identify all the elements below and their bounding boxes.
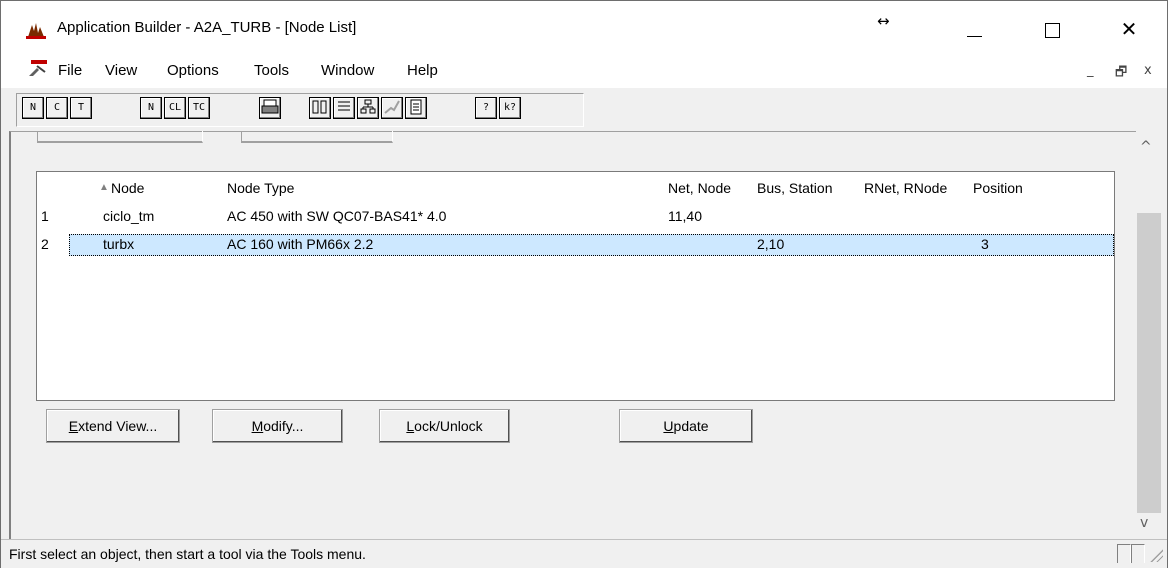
controller-list-button[interactable]: C	[46, 97, 68, 119]
mdi-restore-button[interactable]: 🗗	[1115, 63, 1127, 85]
cell-node-type[interactable]: AC 160 with PM66x 2.2	[227, 236, 373, 252]
help-icon[interactable]: ?	[475, 97, 497, 119]
column-header-node[interactable]: Node	[111, 180, 144, 196]
close-icon: ✕	[1120, 17, 1138, 41]
cell-node-type[interactable]: AC 450 with SW QC07-BAS41* 4.0	[227, 208, 446, 224]
cell-node[interactable]: turbx	[103, 236, 134, 252]
modify-label: odify...	[263, 418, 304, 434]
document-icon[interactable]	[405, 97, 427, 119]
new-controller-button[interactable]: CL	[164, 97, 186, 119]
status-bar: First select an object, then start a too…	[1, 539, 1167, 568]
extend-view-button[interactable]: Extend View...	[46, 409, 180, 443]
extend-view-label: xtend View...	[78, 418, 158, 434]
menu-view[interactable]: View	[105, 62, 137, 79]
extend-view-mnemonic: E	[68, 418, 79, 434]
column-header-net-node[interactable]: Net, Node	[668, 180, 731, 196]
toolbar: N C T N CL TC ? k?	[1, 87, 1167, 132]
tree-view-icon[interactable]	[357, 97, 379, 119]
document-window-icon[interactable]	[27, 58, 49, 78]
vertical-scrollbar[interactable]: ^ v	[1136, 131, 1162, 539]
task-list-button[interactable]: T	[70, 97, 92, 119]
lock-unlock-mnemonic: L	[406, 418, 415, 434]
cell-net-node[interactable]: 11,40	[668, 208, 702, 224]
column-header-bus-station[interactable]: Bus, Station	[757, 180, 833, 196]
menu-options[interactable]: Options	[167, 62, 219, 79]
sort-ascending-icon: ▲	[99, 182, 109, 193]
status-text: First select an object, then start a too…	[9, 546, 366, 562]
list-view-icon[interactable]	[333, 97, 355, 119]
maximize-button[interactable]	[1031, 9, 1077, 53]
row-index: 2	[41, 236, 49, 252]
new-task-button[interactable]: TC	[188, 97, 210, 119]
status-panel	[1117, 544, 1131, 563]
node-list-button[interactable]: N	[22, 97, 44, 119]
chart-icon[interactable]	[381, 97, 403, 119]
node-list[interactable]: ▲ Node Node Type Net, Node Bus, Station …	[36, 171, 1115, 401]
new-node-button[interactable]: N	[140, 97, 162, 119]
update-label: pdate	[673, 418, 709, 434]
application-window: Application Builder - A2A_TURB - [Node L…	[0, 0, 1168, 568]
clipped-control	[241, 131, 393, 143]
menu-tools[interactable]: Tools	[254, 62, 289, 79]
mdi-close-button[interactable]: x	[1144, 63, 1152, 78]
resize-arrow-icon: ↔	[877, 12, 890, 30]
column-header-position[interactable]: Position	[973, 180, 1023, 196]
app-icon[interactable]	[26, 21, 46, 39]
lock-unlock-button[interactable]: Lock/Unlock	[379, 409, 510, 443]
title-bar[interactable]: Application Builder - A2A_TURB - [Node L…	[1, 1, 1167, 53]
close-button[interactable]: ✕	[1106, 9, 1152, 53]
print-icon[interactable]	[259, 97, 281, 119]
selected-row-highlight[interactable]	[69, 234, 1114, 256]
modify-button[interactable]: Modify...	[212, 409, 343, 443]
cell-node[interactable]: ciclo_tm	[103, 208, 154, 224]
update-button[interactable]: Update	[619, 409, 753, 443]
window-title: Application Builder - A2A_TURB - [Node L…	[57, 19, 357, 36]
clipped-control	[37, 131, 203, 143]
cell-bus-station[interactable]: 2,10	[757, 236, 784, 252]
menu-window[interactable]: Window	[321, 62, 374, 79]
update-mnemonic: U	[663, 418, 674, 434]
system-config-icon[interactable]	[309, 97, 331, 119]
scrollbar-thumb[interactable]	[1137, 213, 1161, 513]
minimize-button[interactable]	[951, 9, 997, 53]
scroll-down-icon[interactable]: v	[1140, 515, 1148, 531]
mdi-minimize-button[interactable]: _	[1087, 63, 1094, 78]
menu-file[interactable]: File	[58, 62, 82, 79]
status-panel	[1131, 544, 1145, 563]
menu-help[interactable]: Help	[407, 62, 438, 79]
resize-grip-icon[interactable]	[1149, 548, 1163, 562]
modify-mnemonic: M	[251, 418, 264, 434]
column-header-rnet-rnode[interactable]: RNet, RNode	[864, 180, 947, 196]
column-header-node-type[interactable]: Node Type	[227, 180, 294, 196]
row-index: 1	[41, 208, 49, 224]
lock-unlock-label: ock/Unlock	[414, 418, 483, 434]
menu-bar: File View Options Tools Window Help _ 🗗 …	[1, 53, 1167, 87]
scroll-up-icon[interactable]: ^	[1140, 139, 1152, 155]
cell-position[interactable]: 3	[981, 236, 989, 252]
context-help-icon[interactable]: k?	[499, 97, 521, 119]
